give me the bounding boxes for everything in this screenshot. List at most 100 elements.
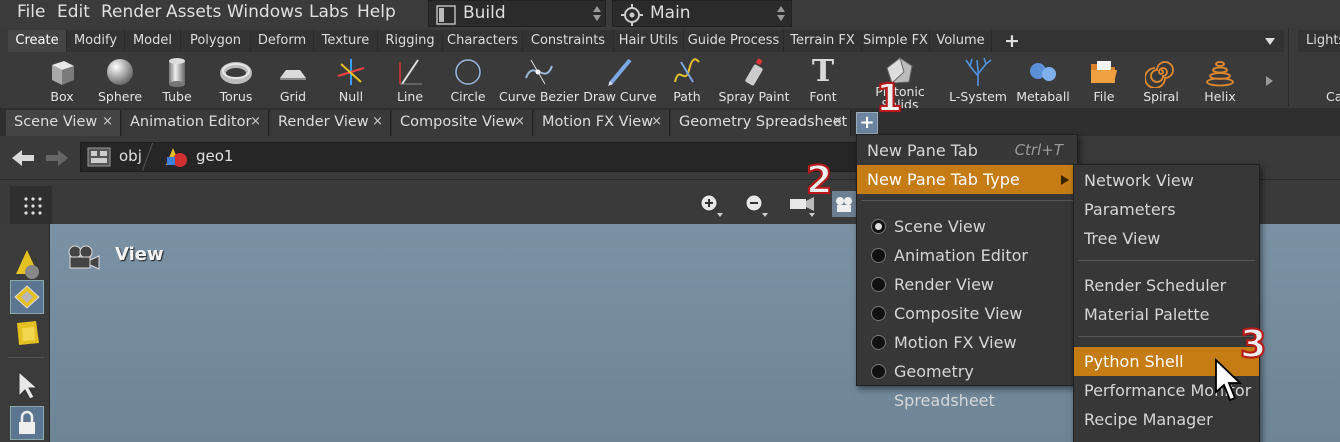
shelf-tab-polygon[interactable]: Polygon [181, 30, 251, 52]
l-system-icon [965, 57, 992, 86]
close-icon[interactable]: × [651, 110, 662, 134]
display-options-button[interactable] [10, 186, 52, 224]
pane-tab-motion-fx-view[interactable]: Motion FX View × [534, 110, 670, 136]
select-primitives-icon[interactable] [10, 316, 44, 350]
pane-tab-render-view[interactable]: Render View × [270, 110, 391, 136]
shelf-tab-simple-fx[interactable]: Simple FX [862, 30, 930, 52]
select-points-button[interactable] [10, 280, 44, 314]
menu-labs[interactable]: Labs [309, 2, 349, 22]
tool-circle[interactable]: Circle [433, 54, 503, 106]
menu-tab-scene-view[interactable]: Scene View [857, 212, 1077, 241]
menu-file[interactable]: File [17, 2, 45, 22]
shelf-tab-guide-process[interactable]: Guide Process [684, 30, 784, 52]
desktop-select[interactable]: Build [428, 0, 606, 27]
desktop-icon [436, 5, 456, 25]
select-object-icon[interactable] [10, 246, 44, 280]
pane-tab-geometry-spreadsheet[interactable]: Geometry Spreadsheet × [671, 110, 851, 136]
shelf-tab-model[interactable]: Model [125, 30, 181, 52]
menu-help[interactable]: Help [357, 2, 396, 22]
grid-icon [280, 70, 306, 80]
close-icon[interactable]: × [372, 110, 383, 134]
close-icon[interactable]: × [832, 110, 843, 134]
menu-tab-animation-editor[interactable]: Animation Editor [857, 241, 1077, 270]
menu-tab-motion-fx-view[interactable]: Motion FX View [857, 328, 1077, 357]
camera-view-icon [68, 245, 100, 270]
circle-icon [455, 59, 481, 85]
menu-new-pane-tab[interactable]: New Pane Tab Ctrl+T [857, 136, 1077, 165]
menu-tab-render-view[interactable]: Render View [857, 270, 1077, 299]
close-icon[interactable]: × [514, 110, 525, 134]
zoom-region-icon[interactable] [742, 193, 770, 217]
tool-font[interactable]: T Font [788, 54, 858, 106]
menu-separator [861, 200, 1073, 201]
helix-icon [1206, 61, 1234, 87]
callout-step-3: 3 [1239, 321, 1267, 367]
font-icon: T [811, 54, 835, 89]
shelf-tab-deform[interactable]: Deform [251, 30, 314, 52]
shelf-tab-hair-utils[interactable]: Hair Utils [614, 30, 684, 52]
menu-parameters[interactable]: Parameters [1074, 195, 1259, 224]
shelf-tab-volume[interactable]: Volume [930, 30, 992, 52]
shelf-tab-constraints[interactable]: Constraints [523, 30, 614, 52]
menu-item-label: Composite View [894, 304, 1023, 323]
desktop-name: Build [463, 3, 506, 23]
menu-render-scheduler[interactable]: Render Scheduler [1074, 271, 1259, 300]
context-select[interactable]: Main [612, 0, 792, 27]
file-icon [1091, 61, 1117, 83]
menu-windows[interactable]: Windows [227, 2, 303, 22]
menu-separator [1078, 260, 1255, 261]
path-geo1[interactable]: geo1 [196, 147, 233, 165]
shelf-tab-terrain-fx[interactable]: Terrain FX [784, 30, 862, 52]
shelf-tab-modify[interactable]: Modify [67, 30, 125, 52]
crosshair-icon [621, 4, 643, 26]
shelf: Create Modify Model Polygon Deform Textu… [0, 28, 1340, 111]
pane-tab-animation-editor[interactable]: Animation Editor × [122, 110, 269, 136]
shelf-tab-rigging[interactable]: Rigging [378, 30, 443, 52]
back-arrow-icon[interactable] [10, 148, 36, 168]
network-path-box: obj geo1 [80, 142, 860, 172]
curve-bezier-icon [525, 59, 553, 85]
obj-network-icon [87, 147, 111, 167]
menu-edit[interactable]: Edit [57, 2, 90, 22]
lock-button[interactable] [10, 406, 44, 440]
spiral-icon [1145, 61, 1174, 88]
select-arrow-icon[interactable] [10, 368, 44, 402]
menu-render[interactable]: Render [101, 2, 162, 22]
menu-item-label: Motion FX View [894, 333, 1017, 352]
radio-icon [871, 306, 886, 321]
menu-recipe-manager[interactable]: Recipe Manager [1074, 405, 1259, 434]
menu-tab-geometry-spreadsheet[interactable]: Geometry Spreadsheet [857, 357, 1077, 410]
pane-tab-bar: Scene View × Animation Editor × Render V… [0, 108, 1340, 136]
shelf-tab-lights[interactable]: Lights [1298, 30, 1340, 52]
menu-tree-view[interactable]: Tree View [1074, 224, 1259, 253]
menu-new-pane-tab-type[interactable]: New Pane Tab Type [857, 165, 1077, 194]
tool-label-partial: Ca [1326, 89, 1340, 104]
menu-tab-composite-view[interactable]: Composite View [857, 299, 1077, 328]
menu-network-view[interactable]: Network View [1074, 166, 1259, 195]
close-icon[interactable]: × [250, 110, 261, 134]
callout-step-2: 2 [805, 157, 833, 203]
close-icon[interactable]: × [102, 110, 113, 134]
tool-label: Helix [1204, 89, 1236, 104]
shelf-scroll-right-icon[interactable] [1266, 76, 1273, 86]
menu-material-palette[interactable]: Material Palette [1074, 300, 1259, 329]
tool-curve-bezier[interactable]: Curve Bezier [499, 54, 579, 106]
shelf-dropdown-arrow-icon[interactable] [1265, 38, 1275, 45]
pane-tab-composite-view[interactable]: Composite View × [392, 110, 533, 136]
add-pane-tab-button[interactable]: + [856, 112, 878, 134]
menu-assets[interactable]: Assets [166, 2, 221, 22]
zoom-in-icon[interactable] [697, 193, 725, 217]
view-camera-icon[interactable] [832, 191, 856, 217]
path-obj[interactable]: obj [119, 147, 142, 165]
shelf-tab-create[interactable]: Create [8, 30, 67, 52]
tool-helix[interactable]: Helix [1185, 54, 1255, 106]
sphere-icon [107, 59, 133, 85]
shelf-tab-characters[interactable]: Characters [443, 30, 523, 52]
forward-arrow-icon[interactable] [44, 148, 70, 168]
pane-tab-label: Composite View [400, 114, 517, 130]
menu-separator [1078, 336, 1255, 337]
box-icon [52, 61, 74, 85]
add-shelf-tab-button[interactable]: + [998, 30, 1026, 52]
shelf-tab-texture[interactable]: Texture [314, 30, 378, 52]
pane-tab-scene-view[interactable]: Scene View × [6, 110, 121, 136]
